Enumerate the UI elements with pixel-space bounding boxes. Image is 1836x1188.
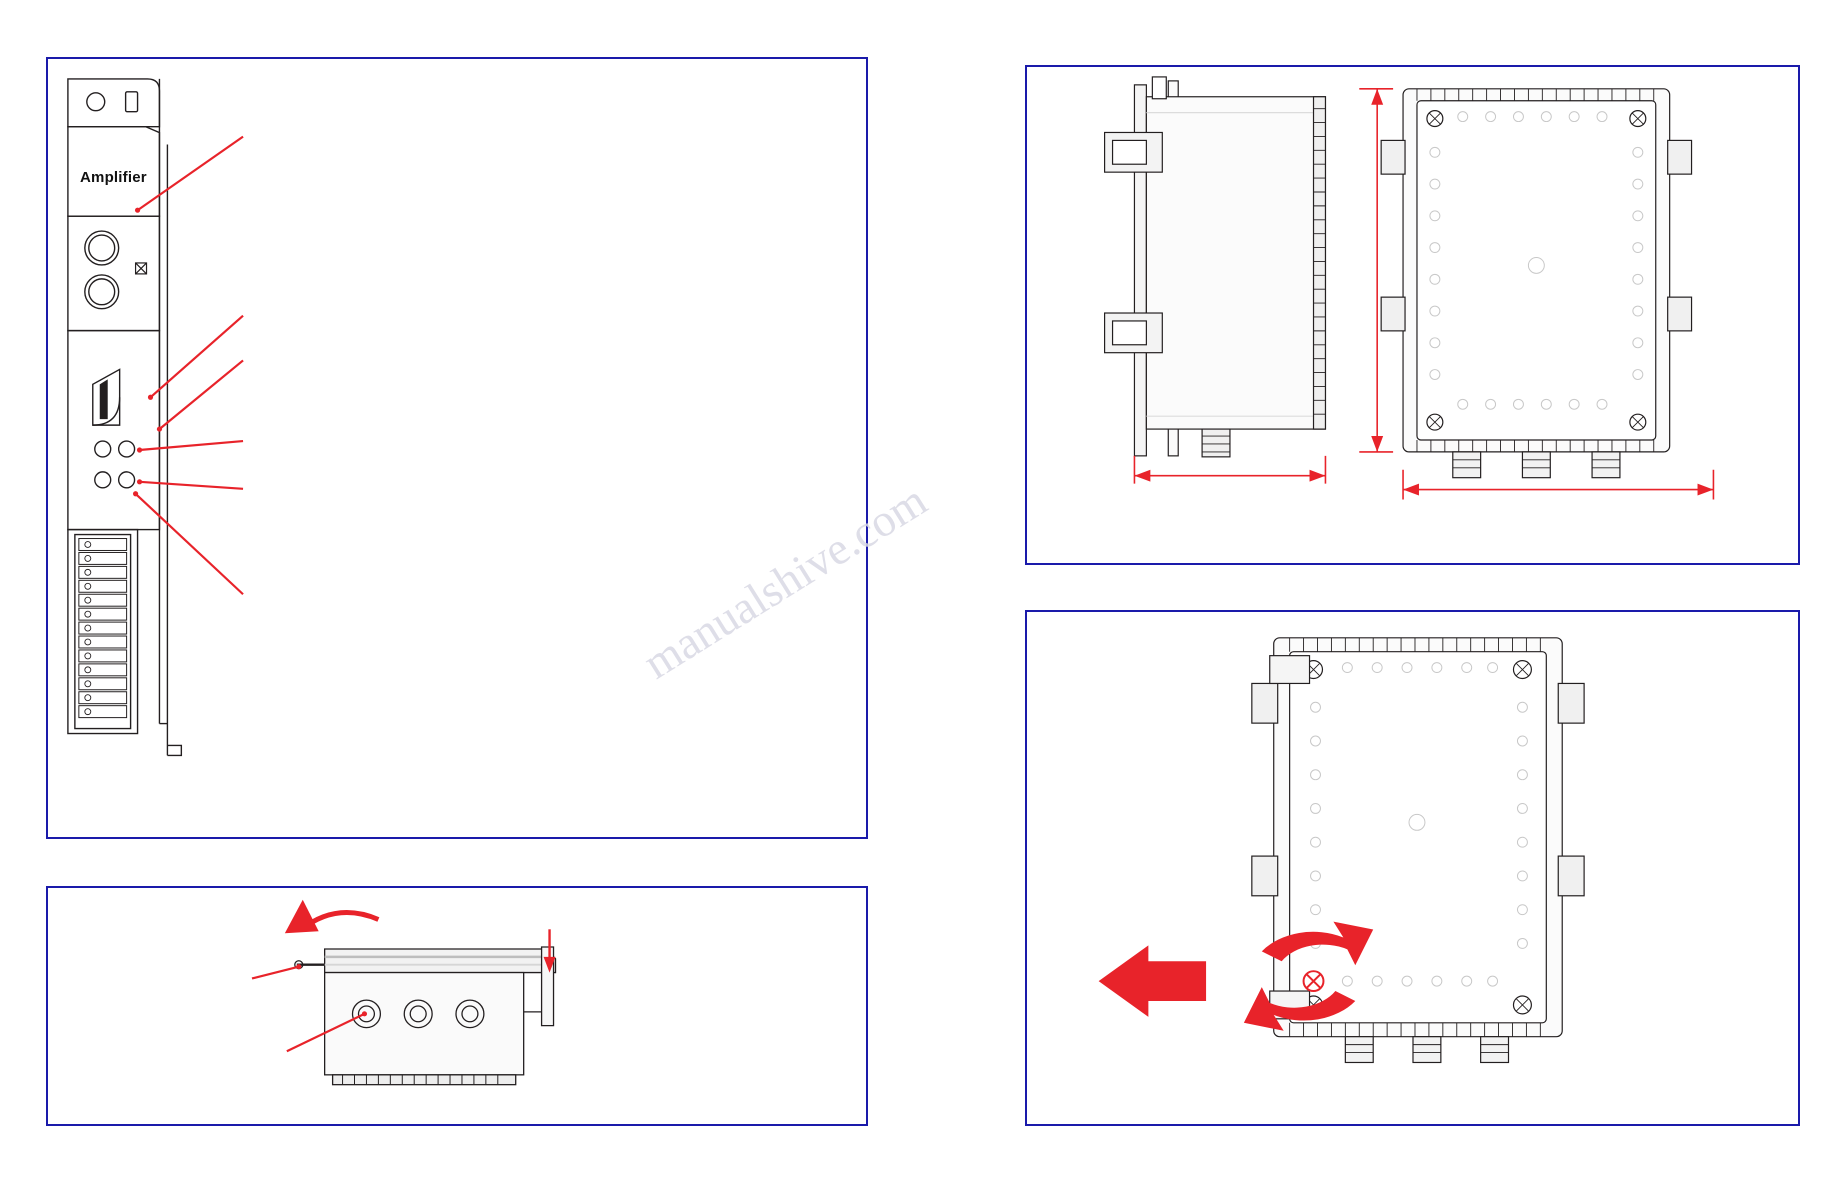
led-1 bbox=[94, 440, 112, 458]
rotate-drawing bbox=[1098, 637, 1585, 1064]
latch-arm bbox=[515, 972, 542, 1013]
rotate-corner-screws bbox=[1303, 660, 1532, 1015]
screw-icon bbox=[1302, 970, 1325, 993]
callout-leader-3 bbox=[158, 359, 244, 430]
front-lug-right-upper bbox=[1667, 139, 1693, 175]
side-gland bbox=[1201, 428, 1231, 458]
front-glands bbox=[1452, 451, 1621, 479]
enclosure-dimension-views-panel bbox=[1025, 65, 1800, 565]
enclosure-lid bbox=[324, 948, 557, 974]
din-rail-clip bbox=[167, 744, 183, 757]
hinge-pin-end bbox=[294, 960, 304, 970]
terminal-screws bbox=[84, 541, 92, 716]
enclosure-body bbox=[324, 971, 525, 1076]
front-corner-screws bbox=[1426, 110, 1647, 431]
front-width-dimension bbox=[1402, 469, 1715, 500]
amplifier-module-panel: Amplifier bbox=[46, 57, 868, 839]
terminal-rows bbox=[78, 538, 128, 719]
knob-upper-inner bbox=[88, 234, 116, 262]
rotate-lug-left-upper bbox=[1251, 682, 1279, 724]
front-lug-right-lower bbox=[1667, 296, 1693, 332]
signal-indicator-outline bbox=[92, 368, 121, 426]
callout-leader-6 bbox=[134, 492, 244, 596]
rotate-bottom-fins bbox=[1289, 1022, 1541, 1037]
signal-indicator-curve bbox=[92, 397, 121, 426]
rotate-hinge-lower bbox=[1269, 990, 1311, 1020]
dimension-drawing bbox=[1104, 76, 1715, 500]
rotate-lug-right-lower bbox=[1557, 855, 1585, 897]
rotate-shell bbox=[1273, 637, 1563, 1038]
open-arrow-head bbox=[284, 899, 319, 934]
front-shell bbox=[1402, 88, 1671, 453]
dip-switch-block bbox=[134, 262, 148, 275]
rotate-hinge-upper bbox=[1269, 655, 1311, 685]
amplifier-knob-face bbox=[67, 215, 161, 332]
amplifier-top-cap bbox=[67, 78, 161, 128]
lid-callout-leader-2 bbox=[286, 1012, 365, 1053]
front-inner bbox=[1416, 100, 1657, 441]
side-fin-strip bbox=[1312, 96, 1327, 430]
lid-callout-leaders bbox=[251, 965, 365, 1053]
lid-open-drawing bbox=[251, 899, 557, 1086]
callout-leader-2 bbox=[149, 314, 244, 399]
callout-leaders bbox=[134, 135, 244, 596]
front-lug-left-upper bbox=[1380, 139, 1406, 175]
terminal-block-inner bbox=[74, 533, 132, 730]
latch-right bbox=[540, 946, 555, 1027]
knob-lower-inner bbox=[88, 278, 116, 306]
side-fins bbox=[1313, 108, 1326, 415]
rotate-lug-left-lower bbox=[1251, 855, 1279, 897]
latch-arrow-head bbox=[543, 956, 556, 973]
front-lug-left-lower bbox=[1380, 296, 1406, 332]
side-rail-left bbox=[1133, 84, 1147, 457]
amplifier-device-label: Amplifier bbox=[80, 169, 147, 186]
rotate-top-fins bbox=[1289, 637, 1541, 652]
rotate-lug-right-upper bbox=[1557, 682, 1585, 724]
curved-open-arrow bbox=[300, 910, 380, 932]
signal-indicator-fill bbox=[99, 379, 108, 420]
side-bracket-upper bbox=[1104, 131, 1163, 173]
front-height-dimension bbox=[1359, 88, 1394, 453]
amplifier-drawing bbox=[67, 78, 244, 757]
display-slot bbox=[124, 91, 139, 113]
side-rail-inner bbox=[1167, 80, 1179, 457]
side-bracket-lower bbox=[1104, 312, 1163, 354]
terminal-block bbox=[67, 528, 139, 735]
circular-rotation-arrow bbox=[1243, 921, 1374, 1031]
status-led bbox=[86, 92, 106, 112]
enclosure-side-view bbox=[1104, 76, 1327, 458]
front-bottom-fins bbox=[1416, 439, 1655, 452]
side-body bbox=[1145, 96, 1327, 430]
led-4 bbox=[117, 471, 136, 489]
side-width-dimension bbox=[1133, 455, 1327, 484]
enclosure-rotate-screw-panel bbox=[1025, 610, 1800, 1126]
callout-dots bbox=[132, 207, 163, 497]
enclosure-base bbox=[331, 1074, 517, 1086]
callout-leader-1 bbox=[136, 135, 244, 212]
led-2 bbox=[117, 440, 136, 458]
amplifier-mid-body bbox=[67, 329, 161, 531]
left-pointing-arrow bbox=[1098, 945, 1207, 1017]
callout-leader-4 bbox=[139, 439, 244, 452]
rotate-inner bbox=[1289, 651, 1547, 1024]
rotate-glands bbox=[1344, 1036, 1510, 1064]
front-top-fins bbox=[1416, 88, 1655, 101]
base-fins bbox=[342, 1074, 499, 1085]
knob-lower bbox=[84, 274, 120, 310]
enclosure-front-view bbox=[1380, 88, 1693, 479]
lid-callout-leader-1 bbox=[251, 965, 300, 980]
side-top-nub bbox=[1151, 76, 1167, 100]
rotate-dot-grid bbox=[1310, 662, 1528, 987]
enclosure-lid-open-panel bbox=[46, 886, 868, 1126]
cable-glands bbox=[351, 999, 485, 1029]
knob-upper bbox=[84, 230, 120, 266]
led-3 bbox=[94, 471, 112, 489]
front-dot-grid bbox=[1429, 111, 1644, 410]
callout-leader-5 bbox=[139, 480, 244, 490]
